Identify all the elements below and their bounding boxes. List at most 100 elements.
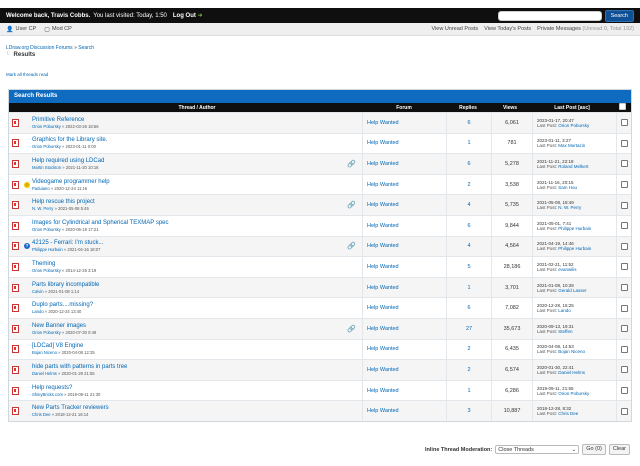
thread-title-link[interactable]: Help required using LDCad <box>32 158 362 164</box>
thread-title-link[interactable]: Help requests? <box>32 385 362 391</box>
last-post-author-link[interactable]: Bojan Niceno <box>558 349 585 354</box>
thread-title-link[interactable]: Graphics for the Library site. <box>32 137 362 143</box>
replies-link[interactable]: 1 <box>467 285 470 291</box>
replies-link[interactable]: 2 <box>467 346 470 352</box>
replies-link[interactable]: 6 <box>467 305 470 311</box>
forum-link[interactable]: Help Wanted <box>367 264 399 270</box>
view-today-link[interactable]: View Today's Posts <box>484 26 531 32</box>
forum-link[interactable]: Help Wanted <box>367 120 399 126</box>
replies-link[interactable]: 5 <box>467 264 470 270</box>
last-post-author-link[interactable]: Max Murtazin <box>558 143 585 148</box>
last-post-author-link[interactable]: evanwilis <box>558 267 576 272</box>
thread-author-link[interactable]: Paduiano <box>32 186 50 191</box>
forum-link[interactable]: Help Wanted <box>367 182 399 188</box>
thread-author-link[interactable]: Orion Pobursky <box>32 330 61 335</box>
last-post-author-link[interactable]: Roland Melkert <box>558 164 588 169</box>
forum-link[interactable]: Help Wanted <box>367 326 399 332</box>
forum-link[interactable]: Help Wanted <box>367 367 399 373</box>
thread-author-link[interactable]: Chris Dee <box>32 412 51 417</box>
thread-title-link[interactable]: Videogame programmer help <box>32 179 362 185</box>
user-cp-link[interactable]: 👤 User CP <box>6 26 36 33</box>
replies-link[interactable]: 6 <box>467 223 470 229</box>
row-checkbox[interactable] <box>620 325 628 333</box>
private-messages-link[interactable]: Private Messages (Unread 0, Total 192) <box>537 26 634 32</box>
thread-author-link[interactable]: Bojan Niceno <box>32 350 57 355</box>
thread-author-link[interactable]: Orion Pobursky <box>32 124 61 129</box>
row-checkbox[interactable] <box>620 181 628 189</box>
row-checkbox[interactable] <box>620 345 628 353</box>
row-checkbox[interactable] <box>620 387 628 395</box>
row-checkbox[interactable] <box>620 284 628 292</box>
view-unread-link[interactable]: View Unread Posts <box>431 26 478 32</box>
row-checkbox[interactable] <box>620 242 628 250</box>
thread-title-link[interactable]: Parts library incompatible <box>32 282 362 288</box>
forum-link[interactable]: Help Wanted <box>367 408 399 414</box>
thread-author-link[interactable]: Orion Pobursky <box>32 268 61 273</box>
header-views[interactable]: Views <box>490 105 530 111</box>
thread-title-link[interactable]: [LDCad] V8 Engine <box>32 343 362 349</box>
thread-title-link[interactable]: hide parts with patterns in parts tree <box>32 364 362 370</box>
search-button[interactable]: Search <box>604 9 634 22</box>
forum-link[interactable]: Help Wanted <box>367 243 399 249</box>
forum-link[interactable]: Help Wanted <box>367 346 399 352</box>
clear-button[interactable]: Clear <box>608 444 630 455</box>
search-input[interactable] <box>497 10 602 21</box>
replies-link[interactable]: 6 <box>467 120 470 126</box>
thread-title-link[interactable]: New Parts Tracker reviewers <box>32 405 362 411</box>
last-post-author-link[interactable]: Gerald Lasser <box>558 288 586 293</box>
row-checkbox[interactable] <box>620 263 628 271</box>
last-post-author-link[interactable]: Orion Pobursky <box>558 123 589 128</box>
last-post-author-link[interactable]: Lando <box>558 308 571 313</box>
thread-author-link[interactable]: Orion Pobursky <box>32 227 61 232</box>
mod-cp-link[interactable]: ▢ Mod CP <box>44 26 72 33</box>
forum-link[interactable]: Help Wanted <box>367 223 399 229</box>
replies-link[interactable]: 1 <box>467 140 470 146</box>
header-forum[interactable]: Forum <box>362 105 446 111</box>
row-checkbox[interactable] <box>620 201 628 209</box>
thread-author-link[interactable]: Orion Pobursky <box>32 144 61 149</box>
header-select-all[interactable] <box>614 103 631 112</box>
last-post-author-link[interactable]: N. W. Perry <box>558 205 581 210</box>
header-thread[interactable]: Thread / Author <box>32 105 362 111</box>
row-checkbox[interactable] <box>620 160 628 168</box>
thread-title-link[interactable]: Theming <box>32 261 362 267</box>
thread-title-link[interactable]: New Banner images <box>32 323 362 329</box>
replies-link[interactable]: 1 <box>467 388 470 394</box>
forum-link[interactable]: Help Wanted <box>367 285 399 291</box>
go-button[interactable]: Go (0) <box>582 444 606 455</box>
replies-link[interactable]: 27 <box>466 326 472 332</box>
thread-title-link[interactable]: Primitive Reference <box>32 117 362 123</box>
row-checkbox[interactable] <box>620 139 628 147</box>
last-post-author-link[interactable]: Chris Dee <box>558 411 578 416</box>
thread-author-link[interactable]: Martin Stockton <box>32 165 61 170</box>
select-all-checkbox[interactable] <box>619 103 626 110</box>
thread-title-link[interactable]: 42125 - Ferrari: I'm stuck... <box>32 240 362 246</box>
thread-title-link[interactable]: Help rescue this project <box>32 199 362 205</box>
thread-title-link[interactable]: Duplo parts....missing? <box>32 302 362 308</box>
logout-link[interactable]: Log Out ➜ <box>173 12 203 19</box>
thread-author-link[interactable]: ShinyBricks.com <box>32 392 63 397</box>
last-post-author-link[interactable]: Philippe Hurbain <box>558 246 591 251</box>
last-post-author-link[interactable]: Daniel Helms <box>558 370 585 375</box>
row-checkbox[interactable] <box>620 304 628 312</box>
thread-author-link[interactable]: Lando <box>32 309 44 314</box>
thread-author-link[interactable]: Calvin <box>32 289 44 294</box>
replies-link[interactable]: 2 <box>467 367 470 373</box>
replies-link[interactable]: 3 <box>467 408 470 414</box>
row-checkbox[interactable] <box>620 366 628 374</box>
header-last-post[interactable]: Last Post [asc] <box>530 105 614 111</box>
replies-link[interactable]: 4 <box>467 243 470 249</box>
thread-title-link[interactable]: Images for Cylindrical and Spherical TEX… <box>32 220 362 226</box>
row-checkbox[interactable] <box>620 119 628 127</box>
replies-link[interactable]: 4 <box>467 202 470 208</box>
thread-author-link[interactable]: Philippe Hurbain <box>32 247 63 252</box>
replies-link[interactable]: 2 <box>467 182 470 188</box>
forum-link[interactable]: Help Wanted <box>367 305 399 311</box>
row-checkbox[interactable] <box>620 222 628 230</box>
forum-link[interactable]: Help Wanted <box>367 388 399 394</box>
forum-link[interactable]: Help Wanted <box>367 202 399 208</box>
breadcrumb-search[interactable]: Search <box>78 45 94 51</box>
thread-author-link[interactable]: Daniel Helms <box>32 371 57 376</box>
last-post-author-link[interactable]: Steffen <box>558 329 572 334</box>
thread-author-link[interactable]: N. W. Perry <box>32 206 53 211</box>
